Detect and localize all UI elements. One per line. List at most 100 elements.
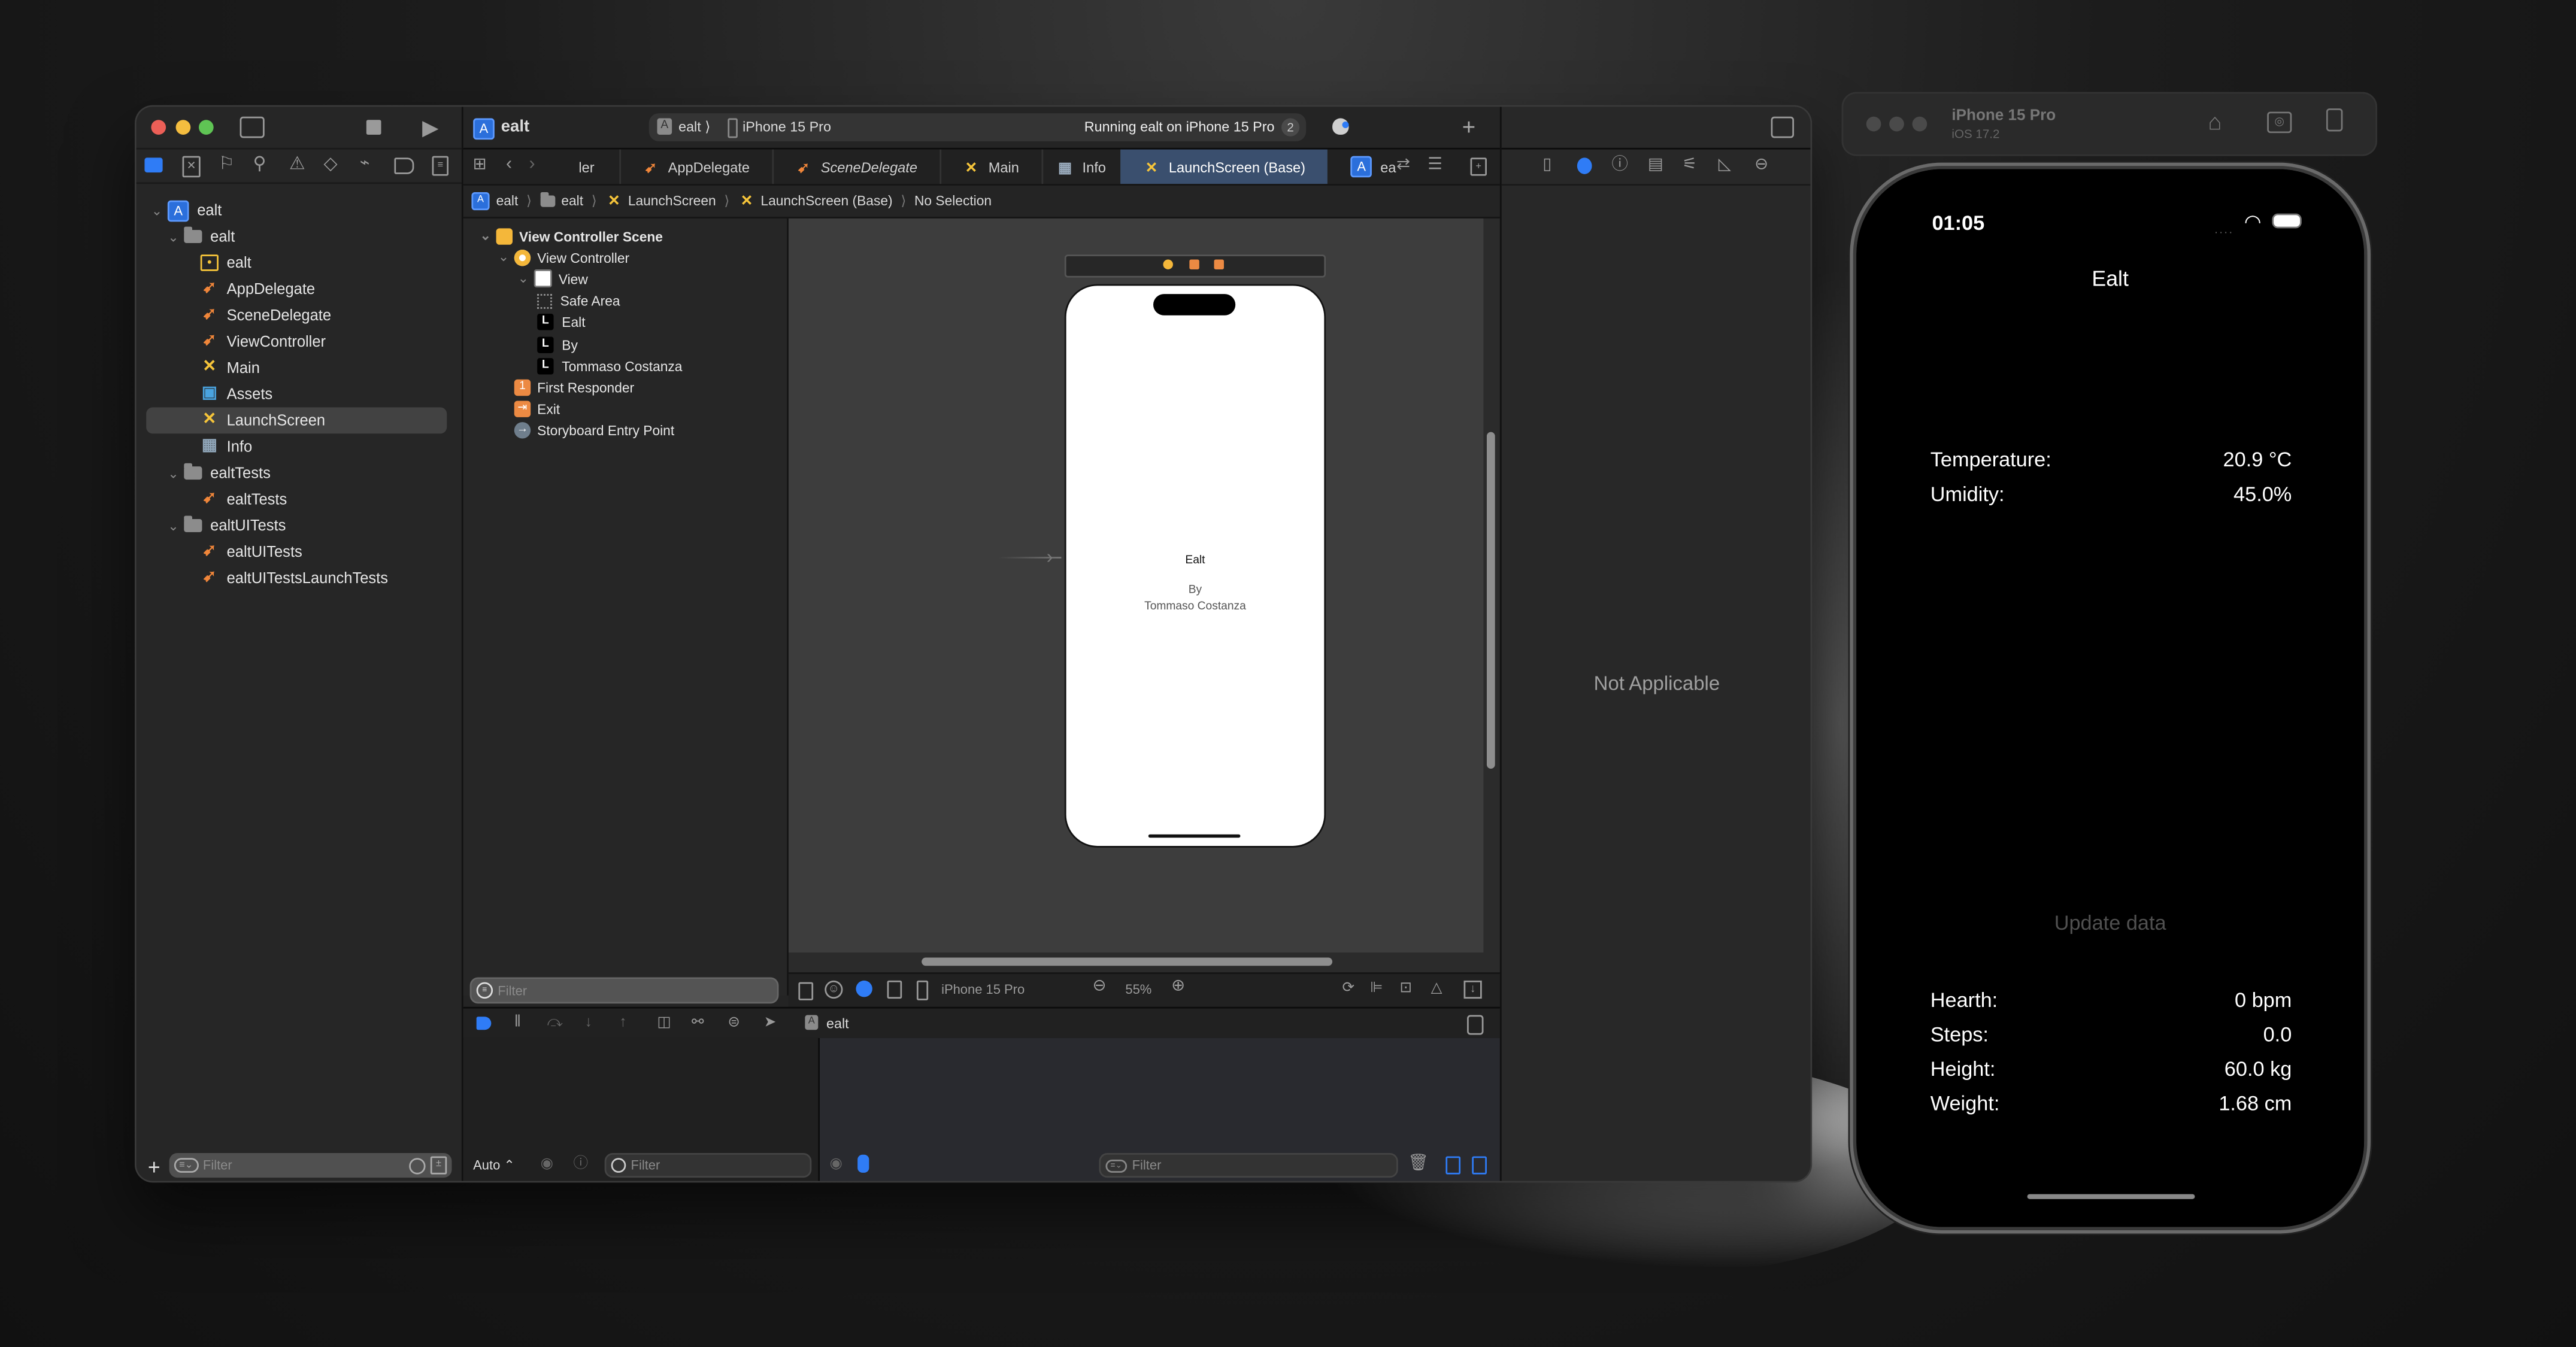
toggle-navigator-icon[interactable]	[240, 116, 265, 138]
run-icon[interactable]: ▶	[420, 115, 440, 138]
project-navigator-icon[interactable]	[144, 157, 163, 173]
update-frames-icon[interactable]: ⟳	[1342, 980, 1355, 996]
file-inspector-icon[interactable]: ▯	[1542, 157, 1551, 174]
file-tree-item[interactable]: ▣ Assets	[183, 381, 272, 408]
show-console-icon[interactable]	[1472, 1156, 1487, 1175]
outline-item[interactable]: L Tommaso Costanza	[537, 355, 682, 377]
zoom-window-button[interactable]	[198, 120, 214, 135]
console-view[interactable]: ◉ ≡⌄ Filter 🗑	[820, 1037, 1500, 1181]
forward-chevron-icon[interactable]: ›	[529, 155, 535, 174]
recent-files-clock-icon[interactable]	[409, 1157, 426, 1174]
editor-tab[interactable]: ✕ LaunchScreen (Base)	[1120, 149, 1328, 184]
file-tree-item[interactable]: ⌄ ealt	[166, 223, 235, 250]
align-icon[interactable]: ⊫	[1370, 980, 1383, 996]
breakpoints-toggle-icon[interactable]	[476, 1017, 492, 1030]
iphone-screen[interactable]: 01:05 .... ◠ Ealt Temperature: 20.9 °C U…	[1856, 169, 2365, 1227]
size-inspector-icon[interactable]: ◺	[1719, 157, 1731, 174]
pause-icon[interactable]: ‖	[514, 1014, 521, 1032]
issues-warning-icon[interactable]: ⚠	[289, 155, 305, 174]
identity-inspector-icon[interactable]: ▤	[1648, 157, 1663, 174]
step-over-icon[interactable]: ⤼	[547, 1014, 563, 1030]
disclosure-chevron-icon[interactable]: ⌄	[166, 466, 181, 481]
disclosure-chevron-icon[interactable]: ⌄	[478, 228, 493, 243]
file-tree-item[interactable]: ➹ ViewController	[183, 329, 326, 355]
tests-icon[interactable]: ◇	[323, 155, 337, 174]
zoom-out-icon[interactable]: ⊖	[1092, 978, 1106, 995]
update-data-button[interactable]: Update data	[1856, 912, 2364, 935]
storyboard-canvas[interactable]: › Ealt By Tommaso Costanza	[788, 218, 1497, 953]
console-eye-icon[interactable]: ◉	[830, 1155, 843, 1171]
outline-item[interactable]: ⌄ View Controller	[496, 247, 629, 268]
resolve-autolayout-icon[interactable]: △	[1431, 980, 1442, 996]
file-tree-item[interactable]: ➹ AppDelegate	[183, 276, 315, 302]
filter-options-icon[interactable]: ≡⌄	[174, 1158, 198, 1173]
add-constraints-icon[interactable]: ⊡	[1400, 980, 1413, 996]
editor-tab[interactable]: ➹ SceneDelegate	[772, 149, 942, 184]
view-hierarchy-icon[interactable]: ◫	[657, 1014, 671, 1030]
simulator-zoom-button[interactable]	[1912, 116, 1928, 132]
memory-graph-icon[interactable]: ⚯	[692, 1014, 704, 1030]
toggle-inspector-icon[interactable]	[1771, 116, 1795, 138]
filter-options-icon[interactable]: ≡⌄	[1105, 1158, 1128, 1172]
file-tree-item[interactable]: ⌄ ealtUITests	[166, 512, 286, 539]
bookmark-icon[interactable]: ⚐	[219, 155, 235, 174]
editor-tab[interactable]: ▦ Info	[1041, 149, 1122, 184]
print-description-info-icon[interactable]: ⓘ	[574, 1155, 589, 1171]
device-configuration-button[interactable]: iPhone 15 Pro	[941, 982, 1025, 997]
status-badge[interactable]: 2	[1281, 118, 1300, 136]
canvas-vertical-scrollbar-thumb[interactable]	[1486, 432, 1495, 769]
show-variables-icon[interactable]	[1445, 1156, 1461, 1175]
quick-help-icon[interactable]: ⓘ	[1611, 157, 1628, 174]
connections-inspector-icon[interactable]: ⊖	[1754, 157, 1768, 174]
step-out-icon[interactable]: ↑	[619, 1014, 626, 1030]
breadcrumb-item[interactable]: No Selection	[914, 192, 992, 208]
run-destination-selector[interactable]: iPhone 15 Pro	[743, 119, 831, 135]
breadcrumb-item[interactable]: ✕ LaunchScreen ⟩	[605, 192, 729, 208]
editor-tab[interactable]: ler	[554, 149, 622, 184]
launch-screen-preview[interactable]: Ealt By Tommaso Costanza	[1064, 284, 1326, 848]
file-tree-item[interactable]: ➹ ealtUITestsLaunchTests	[183, 565, 388, 591]
simulator-close-button[interactable]	[1866, 116, 1881, 132]
step-into-icon[interactable]: ↓	[585, 1014, 592, 1030]
reports-icon[interactable]: ≡	[432, 156, 449, 176]
editor-tab[interactable]: ➹ AppDelegate	[619, 149, 774, 184]
related-items-grid-icon[interactable]: ⊞	[471, 157, 487, 174]
preview-author-label[interactable]: Tommaso Costanza	[1066, 601, 1325, 612]
outline-item[interactable]: → Storyboard Entry Point	[496, 420, 674, 442]
file-tree-item[interactable]: ⌄ ealtTests	[166, 460, 271, 486]
zoom-level[interactable]: 55%	[1125, 982, 1151, 997]
outline-item[interactable]: ⌄ View Controller Scene	[478, 225, 663, 247]
simulator-minimize-button[interactable]	[1889, 116, 1904, 132]
stop-icon[interactable]	[366, 120, 381, 135]
cloud-status-icon[interactable]	[1332, 118, 1349, 135]
file-tree-item[interactable]: ➹ ealtTests	[183, 486, 287, 512]
rotate-device-icon[interactable]	[2326, 108, 2343, 132]
file-tree-item[interactable]: ➹ SceneDelegate	[183, 302, 331, 329]
file-tree-item[interactable]: ✕ Main	[183, 355, 260, 381]
file-tree-item[interactable]: ● ealt	[183, 250, 251, 276]
clear-console-trash-icon[interactable]: 🗑	[1408, 1155, 1429, 1172]
environment-overrides-icon[interactable]: ⊜	[728, 1014, 740, 1030]
variables-scope-selector[interactable]: Auto ⌃	[473, 1158, 515, 1173]
back-chevron-icon[interactable]: ‹	[506, 155, 512, 174]
debug-target-label[interactable]: ealt	[826, 1015, 849, 1032]
close-window-button[interactable]	[151, 120, 166, 135]
add-tab-icon[interactable]: +	[1462, 115, 1475, 138]
file-tree-item[interactable]: ✕ LaunchScreen	[146, 407, 447, 434]
source-control-icon[interactable]: ✕	[182, 156, 201, 178]
breadcrumb-item[interactable]: ✕ LaunchScreen (Base) ⟩	[738, 192, 907, 208]
editor-tab[interactable]: Aea	[1350, 150, 1396, 184]
appearance-toggle-icon[interactable]	[856, 980, 872, 997]
minimize-window-button[interactable]	[175, 120, 191, 135]
editor-options-icon[interactable]: ☰	[1428, 157, 1442, 174]
history-inspector-icon[interactable]	[1577, 157, 1592, 174]
simulate-location-icon[interactable]: ➤	[764, 1014, 777, 1030]
preview-by-label[interactable]: By	[1066, 585, 1325, 596]
disclosure-chevron-icon[interactable]: ⌄	[150, 203, 165, 218]
screenshot-camera-icon[interactable]: ◎	[2267, 111, 2292, 134]
zoom-in-icon[interactable]: ⊕	[1171, 978, 1185, 995]
find-icon[interactable]: ⚲	[253, 155, 266, 174]
dock-first-responder-icon[interactable]	[1189, 259, 1199, 269]
editor-tab[interactable]: ✕ Main	[940, 149, 1044, 184]
toggle-outline-icon[interactable]	[798, 982, 814, 1000]
